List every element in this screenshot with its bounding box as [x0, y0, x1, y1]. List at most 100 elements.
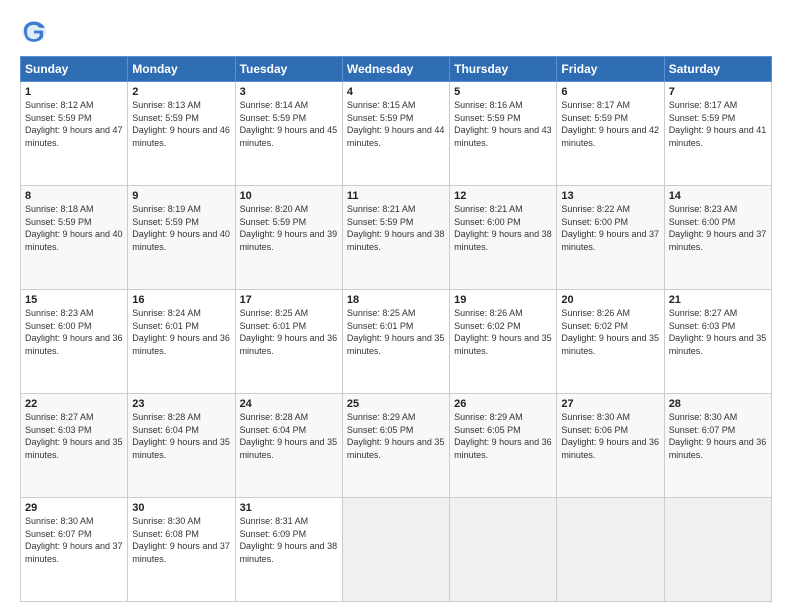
- day-info: Sunrise: 8:12 AM Sunset: 5:59 PM Dayligh…: [25, 99, 123, 149]
- sunset-label: Sunset: 5:59 PM: [25, 217, 92, 227]
- empty-cell: [664, 498, 771, 602]
- daylight-label: Daylight: 9 hours and 35 minutes.: [347, 333, 445, 356]
- calendar-day-cell: 14 Sunrise: 8:23 AM Sunset: 6:00 PM Dayl…: [664, 186, 771, 290]
- calendar-day-cell: 7 Sunrise: 8:17 AM Sunset: 5:59 PM Dayli…: [664, 82, 771, 186]
- day-info: Sunrise: 8:26 AM Sunset: 6:02 PM Dayligh…: [561, 307, 659, 357]
- daylight-label: Daylight: 9 hours and 36 minutes.: [132, 333, 230, 356]
- calendar-day-cell: 5 Sunrise: 8:16 AM Sunset: 5:59 PM Dayli…: [450, 82, 557, 186]
- calendar-day-cell: 12 Sunrise: 8:21 AM Sunset: 6:00 PM Dayl…: [450, 186, 557, 290]
- weekday-header-sunday: Sunday: [21, 57, 128, 82]
- calendar-week-row: 29 Sunrise: 8:30 AM Sunset: 6:07 PM Dayl…: [21, 498, 772, 602]
- sunset-label: Sunset: 5:59 PM: [347, 113, 414, 123]
- daylight-label: Daylight: 9 hours and 38 minutes.: [347, 229, 445, 252]
- weekday-header-wednesday: Wednesday: [342, 57, 449, 82]
- sunrise-label: Sunrise: 8:26 AM: [454, 308, 523, 318]
- daylight-label: Daylight: 9 hours and 36 minutes.: [454, 437, 552, 460]
- sunrise-label: Sunrise: 8:24 AM: [132, 308, 201, 318]
- daylight-label: Daylight: 9 hours and 38 minutes.: [240, 541, 338, 564]
- header: [20, 18, 772, 46]
- calendar-day-cell: 31 Sunrise: 8:31 AM Sunset: 6:09 PM Dayl…: [235, 498, 342, 602]
- day-info: Sunrise: 8:18 AM Sunset: 5:59 PM Dayligh…: [25, 203, 123, 253]
- daylight-label: Daylight: 9 hours and 35 minutes.: [132, 437, 230, 460]
- calendar-day-cell: 13 Sunrise: 8:22 AM Sunset: 6:00 PM Dayl…: [557, 186, 664, 290]
- calendar-day-cell: 16 Sunrise: 8:24 AM Sunset: 6:01 PM Dayl…: [128, 290, 235, 394]
- sunset-label: Sunset: 6:05 PM: [347, 425, 414, 435]
- day-info: Sunrise: 8:22 AM Sunset: 6:00 PM Dayligh…: [561, 203, 659, 253]
- daylight-label: Daylight: 9 hours and 43 minutes.: [454, 125, 552, 148]
- day-number: 11: [347, 190, 445, 202]
- day-number: 27: [561, 398, 659, 410]
- day-info: Sunrise: 8:30 AM Sunset: 6:06 PM Dayligh…: [561, 411, 659, 461]
- logo-icon: [20, 18, 48, 46]
- day-number: 10: [240, 190, 338, 202]
- day-info: Sunrise: 8:21 AM Sunset: 6:00 PM Dayligh…: [454, 203, 552, 253]
- sunset-label: Sunset: 6:06 PM: [561, 425, 628, 435]
- day-info: Sunrise: 8:29 AM Sunset: 6:05 PM Dayligh…: [454, 411, 552, 461]
- daylight-label: Daylight: 9 hours and 47 minutes.: [25, 125, 123, 148]
- day-number: 13: [561, 190, 659, 202]
- calendar-day-cell: 11 Sunrise: 8:21 AM Sunset: 5:59 PM Dayl…: [342, 186, 449, 290]
- daylight-label: Daylight: 9 hours and 40 minutes.: [132, 229, 230, 252]
- sunrise-label: Sunrise: 8:30 AM: [132, 516, 201, 526]
- sunset-label: Sunset: 5:59 PM: [347, 217, 414, 227]
- sunset-label: Sunset: 6:02 PM: [561, 321, 628, 331]
- sunrise-label: Sunrise: 8:17 AM: [561, 100, 630, 110]
- day-info: Sunrise: 8:28 AM Sunset: 6:04 PM Dayligh…: [240, 411, 338, 461]
- sunrise-label: Sunrise: 8:22 AM: [561, 204, 630, 214]
- daylight-label: Daylight: 9 hours and 41 minutes.: [669, 125, 767, 148]
- day-info: Sunrise: 8:26 AM Sunset: 6:02 PM Dayligh…: [454, 307, 552, 357]
- calendar-day-cell: 24 Sunrise: 8:28 AM Sunset: 6:04 PM Dayl…: [235, 394, 342, 498]
- sunset-label: Sunset: 5:59 PM: [240, 113, 307, 123]
- sunset-label: Sunset: 5:59 PM: [132, 113, 199, 123]
- sunset-label: Sunset: 6:02 PM: [454, 321, 521, 331]
- sunrise-label: Sunrise: 8:16 AM: [454, 100, 523, 110]
- day-info: Sunrise: 8:25 AM Sunset: 6:01 PM Dayligh…: [347, 307, 445, 357]
- day-info: Sunrise: 8:24 AM Sunset: 6:01 PM Dayligh…: [132, 307, 230, 357]
- day-number: 28: [669, 398, 767, 410]
- day-info: Sunrise: 8:30 AM Sunset: 6:07 PM Dayligh…: [25, 515, 123, 565]
- sunrise-label: Sunrise: 8:30 AM: [25, 516, 94, 526]
- sunset-label: Sunset: 6:00 PM: [669, 217, 736, 227]
- weekday-header-thursday: Thursday: [450, 57, 557, 82]
- sunset-label: Sunset: 6:03 PM: [25, 425, 92, 435]
- daylight-label: Daylight: 9 hours and 35 minutes.: [454, 333, 552, 356]
- day-number: 1: [25, 86, 123, 98]
- calendar-day-cell: 6 Sunrise: 8:17 AM Sunset: 5:59 PM Dayli…: [557, 82, 664, 186]
- calendar-day-cell: 27 Sunrise: 8:30 AM Sunset: 6:06 PM Dayl…: [557, 394, 664, 498]
- day-info: Sunrise: 8:23 AM Sunset: 6:00 PM Dayligh…: [25, 307, 123, 357]
- daylight-label: Daylight: 9 hours and 35 minutes.: [561, 333, 659, 356]
- empty-cell: [557, 498, 664, 602]
- sunset-label: Sunset: 6:07 PM: [669, 425, 736, 435]
- sunrise-label: Sunrise: 8:30 AM: [561, 412, 630, 422]
- logo: [20, 18, 52, 46]
- daylight-label: Daylight: 9 hours and 37 minutes.: [669, 229, 767, 252]
- daylight-label: Daylight: 9 hours and 40 minutes.: [25, 229, 123, 252]
- day-number: 4: [347, 86, 445, 98]
- day-number: 16: [132, 294, 230, 306]
- daylight-label: Daylight: 9 hours and 35 minutes.: [347, 437, 445, 460]
- daylight-label: Daylight: 9 hours and 35 minutes.: [25, 437, 123, 460]
- sunrise-label: Sunrise: 8:20 AM: [240, 204, 309, 214]
- calendar-day-cell: 10 Sunrise: 8:20 AM Sunset: 5:59 PM Dayl…: [235, 186, 342, 290]
- day-info: Sunrise: 8:20 AM Sunset: 5:59 PM Dayligh…: [240, 203, 338, 253]
- sunset-label: Sunset: 5:59 PM: [669, 113, 736, 123]
- sunrise-label: Sunrise: 8:30 AM: [669, 412, 738, 422]
- day-number: 12: [454, 190, 552, 202]
- sunset-label: Sunset: 6:00 PM: [25, 321, 92, 331]
- sunrise-label: Sunrise: 8:13 AM: [132, 100, 201, 110]
- sunrise-label: Sunrise: 8:21 AM: [454, 204, 523, 214]
- sunrise-label: Sunrise: 8:25 AM: [347, 308, 416, 318]
- daylight-label: Daylight: 9 hours and 36 minutes.: [25, 333, 123, 356]
- day-number: 20: [561, 294, 659, 306]
- day-info: Sunrise: 8:27 AM Sunset: 6:03 PM Dayligh…: [669, 307, 767, 357]
- day-info: Sunrise: 8:13 AM Sunset: 5:59 PM Dayligh…: [132, 99, 230, 149]
- sunrise-label: Sunrise: 8:28 AM: [240, 412, 309, 422]
- day-number: 9: [132, 190, 230, 202]
- sunrise-label: Sunrise: 8:29 AM: [347, 412, 416, 422]
- sunset-label: Sunset: 6:00 PM: [561, 217, 628, 227]
- weekday-header-friday: Friday: [557, 57, 664, 82]
- daylight-label: Daylight: 9 hours and 37 minutes.: [25, 541, 123, 564]
- day-number: 18: [347, 294, 445, 306]
- sunset-label: Sunset: 5:59 PM: [561, 113, 628, 123]
- daylight-label: Daylight: 9 hours and 46 minutes.: [132, 125, 230, 148]
